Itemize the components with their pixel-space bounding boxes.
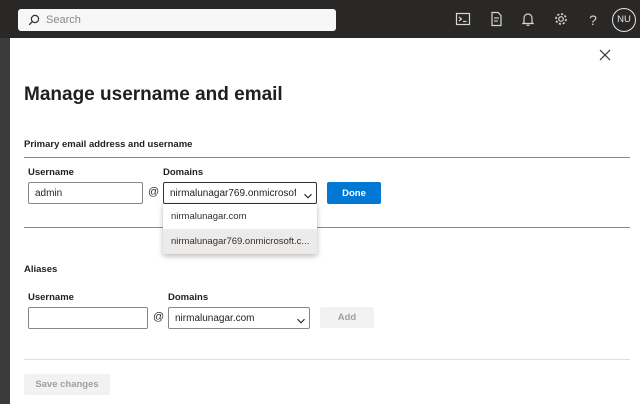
done-button[interactable]: Done <box>327 182 381 204</box>
primary-section-title: Primary email address and username <box>24 139 193 150</box>
close-icon[interactable] <box>599 48 613 62</box>
alias-domains-label: Domains <box>168 292 209 303</box>
footer-divider <box>24 359 630 360</box>
search-icon <box>28 13 40 31</box>
section-divider <box>24 227 630 228</box>
domain-select-value: nirmalunagar769.onmicrosof... <box>170 188 296 199</box>
settings-icon[interactable] <box>553 11 571 29</box>
page-backdrop <box>0 38 10 404</box>
add-alias-button[interactable]: Add <box>320 307 374 328</box>
domains-label: Domains <box>163 167 204 178</box>
alias-username-field[interactable] <box>28 307 148 329</box>
aliases-section-title: Aliases <box>24 264 58 275</box>
alias-domain-select[interactable]: nirmalunagar.com <box>168 307 310 329</box>
notifications-icon[interactable] <box>520 11 538 29</box>
panel-title: Manage username and email <box>24 84 283 105</box>
domain-select[interactable]: nirmalunagar769.onmicrosof... <box>163 182 317 204</box>
chevron-down-icon <box>296 313 306 331</box>
search-box[interactable] <box>18 9 336 31</box>
top-bar: ? NU <box>0 0 640 38</box>
domain-dropdown-list: nirmalunagar.com nirmalunagar769.onmicro… <box>163 204 317 254</box>
username-label: Username <box>28 167 74 178</box>
search-input[interactable] <box>46 9 326 31</box>
feedback-icon[interactable] <box>488 11 506 29</box>
help-icon[interactable]: ? <box>584 11 602 29</box>
domain-option-selected[interactable]: nirmalunagar769.onmicrosoft.c... <box>163 229 317 254</box>
at-symbol: @ <box>153 311 165 323</box>
at-symbol: @ <box>148 186 160 198</box>
manage-username-panel: Manage username and email Primary email … <box>10 38 640 404</box>
username-field[interactable] <box>28 182 143 204</box>
section-divider <box>24 157 630 158</box>
alias-username-label: Username <box>28 292 74 303</box>
alias-domain-select-value: nirmalunagar.com <box>175 313 255 324</box>
avatar[interactable]: NU <box>612 8 636 32</box>
domain-option[interactable]: nirmalunagar.com <box>163 204 317 229</box>
cloud-shell-icon[interactable] <box>455 11 473 29</box>
save-changes-button[interactable]: Save changes <box>24 374 110 395</box>
